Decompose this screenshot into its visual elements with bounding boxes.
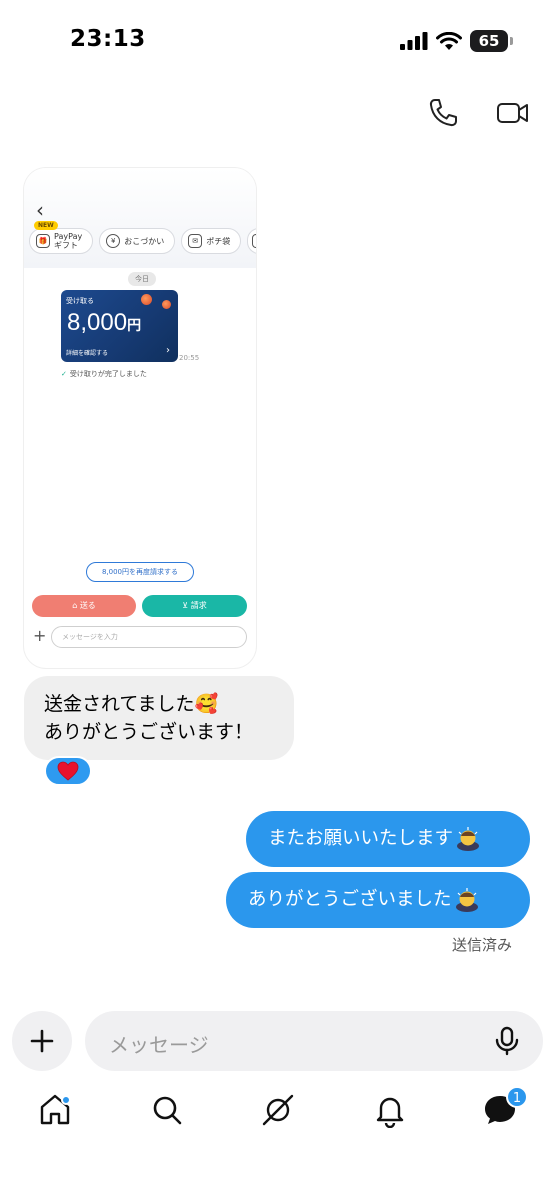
detail-link: 詳細を確認する	[66, 350, 109, 357]
message-text: ありがとうございました	[248, 889, 452, 910]
screenshot-message-input: メッセージを入力	[51, 626, 247, 648]
bowing-person-icon	[457, 827, 480, 851]
heart-reaction[interactable]	[44, 756, 92, 786]
bowing-person-icon	[455, 888, 478, 912]
screenshot-chips: NEW 🎁 PayPay ギフト ¥ おこづかい ✉ ポチ袋 ¥	[29, 221, 256, 254]
home-notification-dot	[61, 1095, 71, 1105]
message-input-placeholder: メッセージ	[109, 1033, 209, 1057]
received-status: ✓ 受け取りが完了しました	[61, 370, 147, 378]
explore-icon[interactable]	[260, 1092, 296, 1128]
outgoing-message-bubble[interactable]: ありがとうございました	[226, 872, 530, 928]
envelope-icon: ✉	[188, 234, 203, 248]
incoming-message-bubble[interactable]: 送金されてました🥰 ありがとうございます！	[24, 676, 294, 760]
send-money-button: ⌂ 送る	[32, 595, 136, 617]
message-text: またお願いいたします	[268, 828, 454, 849]
battery-level: 65	[478, 32, 500, 50]
phone-icon[interactable]	[426, 96, 460, 130]
bottom-nav: 1	[0, 1086, 554, 1142]
status-bar: 23:13 65	[0, 0, 554, 80]
heart-icon	[57, 761, 79, 781]
signal-icon	[400, 32, 428, 50]
balloon-icon	[162, 300, 171, 309]
sent-status: 送信済み	[451, 936, 512, 954]
plus-icon	[30, 1029, 54, 1053]
plus-icon: +	[33, 626, 47, 645]
battery-icon: 65	[470, 30, 513, 52]
add-attachment-button[interactable]	[12, 1011, 72, 1071]
check-icon: ✓	[61, 370, 67, 378]
shared-screenshot[interactable]: ‹ NEW 🎁 PayPay ギフト ¥ おこづかい ✉ ポチ袋 ¥ 今日 受け…	[24, 168, 256, 668]
status-time: 23:13	[70, 26, 146, 52]
status-icons: 65	[400, 30, 513, 52]
message-time: 20:55	[179, 354, 200, 362]
chevron-right-icon: ›	[166, 345, 170, 356]
coin-bag-icon: ¥	[106, 234, 121, 248]
paypay-gift-card: 受け取る 8,000円 詳細を確認する ›	[61, 290, 178, 362]
chip-label: PayPay ギフト	[54, 232, 83, 250]
message-line: 送金されてました🥰	[44, 693, 219, 715]
wifi-icon	[436, 31, 462, 50]
chip-paypay-gift: NEW 🎁 PayPay ギフト	[29, 221, 94, 254]
request-money-button: ⊻ 請求	[142, 595, 247, 617]
receive-label: 受け取る	[66, 297, 94, 305]
microphone-icon[interactable]	[491, 1025, 523, 1057]
chip-allowance: ¥ おこづかい	[99, 228, 176, 254]
date-label: 今日	[128, 272, 156, 286]
balloon-icon	[141, 294, 152, 305]
back-chevron-icon: ‹	[36, 198, 44, 222]
gift-icon: 🎁	[36, 234, 50, 248]
message-line: ありがとうございます！	[44, 721, 254, 743]
chip-partial: ¥	[247, 228, 256, 254]
outgoing-message-bubble[interactable]: またお願いいたします	[246, 811, 530, 867]
new-badge: NEW	[34, 221, 58, 230]
messages-badge: 1	[506, 1086, 528, 1108]
rerequest-button: 8,000円を再度請求する	[86, 562, 194, 582]
chip-label: おこづかい	[124, 236, 165, 246]
chip-label: ポチ袋	[206, 236, 231, 246]
search-icon[interactable]	[149, 1092, 185, 1128]
message-input[interactable]: メッセージ	[85, 1011, 543, 1071]
bell-icon[interactable]	[372, 1092, 408, 1128]
chip-envelope: ✉ ポチ袋	[181, 228, 242, 254]
video-call-icon[interactable]	[496, 96, 530, 130]
call-actions	[426, 96, 530, 130]
calendar-icon: ¥	[252, 234, 256, 248]
gift-amount: 8,000円	[67, 309, 142, 336]
